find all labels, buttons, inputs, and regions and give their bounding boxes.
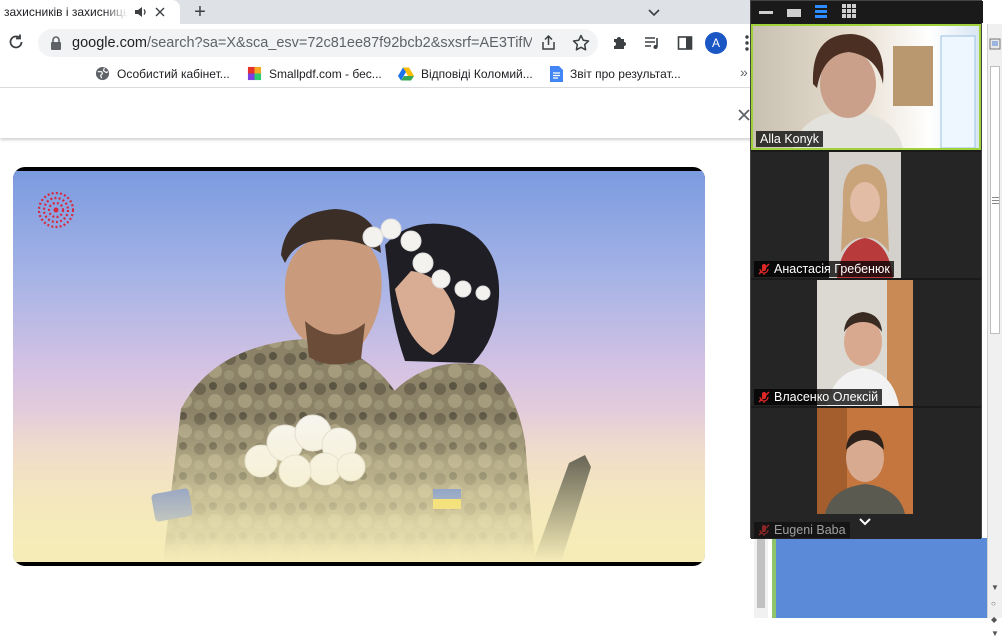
participant-tile[interactable]: Анастасія Гребенюк — [751, 152, 981, 278]
participant-name-tag: Eugeni Baba — [754, 522, 850, 538]
share-icon[interactable] — [540, 34, 558, 52]
zoom-view-bar — [751, 1, 983, 23]
browser-tab[interactable]: захисників і захисниць — [0, 0, 180, 24]
bookmark-label: Smallpdf.com - бес... — [269, 66, 382, 81]
couple-illustration — [13, 209, 705, 562]
muted-mic-icon — [758, 263, 770, 275]
google-docs-icon — [550, 66, 563, 82]
person-silhouette — [793, 34, 976, 148]
url-path: /search?sa=X&sca_esv=72c81ee87f92bcb2&sx… — [146, 35, 532, 51]
outer-scrollbar[interactable]: ▼ ○ ◆ ▼ — [987, 24, 1002, 638]
video-player[interactable] — [13, 167, 705, 566]
zoom-gallery-window: Alla Konyk Анастасія Гребенюк Власенко О… — [750, 0, 983, 539]
circle-icon[interactable]: ○ — [991, 600, 996, 608]
bookmark-item[interactable]: Відповіді Коломий... — [398, 66, 533, 81]
tab-title: захисників і захисниць — [4, 5, 128, 19]
speaker-icon[interactable] — [134, 5, 148, 19]
participant-tile[interactable]: Власенко Олексій — [751, 280, 981, 406]
tab-strip: захисників і захисниць + — [0, 0, 760, 24]
person-silhouette — [817, 280, 913, 406]
new-tab-button[interactable]: + — [188, 0, 212, 24]
bookmark-label: Особистий кабінет... — [117, 66, 230, 81]
lock-icon — [51, 36, 61, 50]
window-icon[interactable] — [989, 38, 1001, 50]
strip-view-icon[interactable] — [814, 5, 828, 19]
url-text: google.com/search?sa=X&sca_esv=72c81ee87… — [72, 35, 532, 51]
scrollbar-thumb[interactable] — [990, 66, 1000, 334]
bookmarks-bar: Особистий кабінет... Smallpdf.com - бес.… — [0, 62, 760, 88]
browser-toolbar: google.com/search?sa=X&sca_esv=72c81ee87… — [0, 24, 760, 62]
participant-name: Eugeni Baba — [774, 523, 846, 537]
participant-name-tag: Анастасія Гребенюк — [754, 261, 894, 277]
diamond-icon[interactable]: ◆ — [991, 616, 997, 624]
bookmark-star-icon[interactable] — [571, 33, 591, 53]
bookmarks-overflow-button[interactable]: » — [740, 64, 748, 80]
speaker-view-icon[interactable] — [787, 8, 801, 18]
scroll-down-arrow-icon[interactable]: ▼ — [991, 630, 999, 638]
scroll-down-arrow-icon[interactable]: ▼ — [991, 584, 999, 592]
chevron-down-icon[interactable] — [857, 514, 873, 530]
person-silhouette — [817, 408, 913, 514]
couple-photo — [13, 171, 705, 562]
gallery-view-icon[interactable] — [842, 4, 856, 18]
participant-video — [817, 280, 913, 406]
side-panel-icon[interactable] — [676, 34, 694, 52]
extensions-icon[interactable] — [611, 34, 629, 52]
chevron-down-icon[interactable] — [644, 2, 664, 22]
person-silhouette — [829, 152, 901, 278]
participant-name: Власенко Олексій — [774, 390, 879, 404]
bookmark-label: Звіт про результат... — [570, 67, 681, 81]
page-scrollbar[interactable] — [754, 538, 768, 618]
globe-icon — [95, 66, 110, 81]
participant-name: Alla Konyk — [760, 132, 820, 146]
ornament-logo-icon — [37, 191, 75, 229]
bookmark-label: Відповіді Коломий... — [421, 66, 533, 81]
bookmark-item[interactable]: Особистий кабінет... — [95, 66, 230, 81]
participant-video — [817, 408, 913, 514]
profile-avatar[interactable]: A — [705, 32, 727, 54]
bookmark-item[interactable]: Smallpdf.com - бес... — [247, 66, 382, 81]
minimize-view-icon[interactable] — [759, 9, 773, 15]
background-window — [772, 538, 987, 618]
muted-mic-icon — [758, 524, 770, 536]
media-control-icon[interactable] — [643, 34, 661, 52]
google-drive-icon — [398, 67, 414, 81]
address-bar[interactable]: google.com/search?sa=X&sca_esv=72c81ee87… — [38, 29, 598, 57]
bookmark-item[interactable]: Звіт про результат... — [550, 66, 681, 82]
close-tab-icon[interactable] — [154, 6, 166, 18]
participant-video — [829, 152, 901, 278]
search-header — [0, 92, 760, 138]
participant-name: Анастасія Гребенюк — [774, 262, 890, 276]
url-host: google.com — [72, 35, 147, 51]
participant-name-tag: Власенко Олексій — [754, 389, 883, 405]
smallpdf-icon — [247, 66, 262, 81]
scrollbar-thumb[interactable] — [757, 538, 765, 608]
participant-video — [753, 26, 979, 148]
reload-icon[interactable] — [6, 32, 26, 52]
participant-name-tag: Alla Konyk — [756, 131, 824, 147]
participant-tile[interactable]: Alla Konyk — [751, 24, 981, 150]
muted-mic-icon — [758, 391, 770, 403]
